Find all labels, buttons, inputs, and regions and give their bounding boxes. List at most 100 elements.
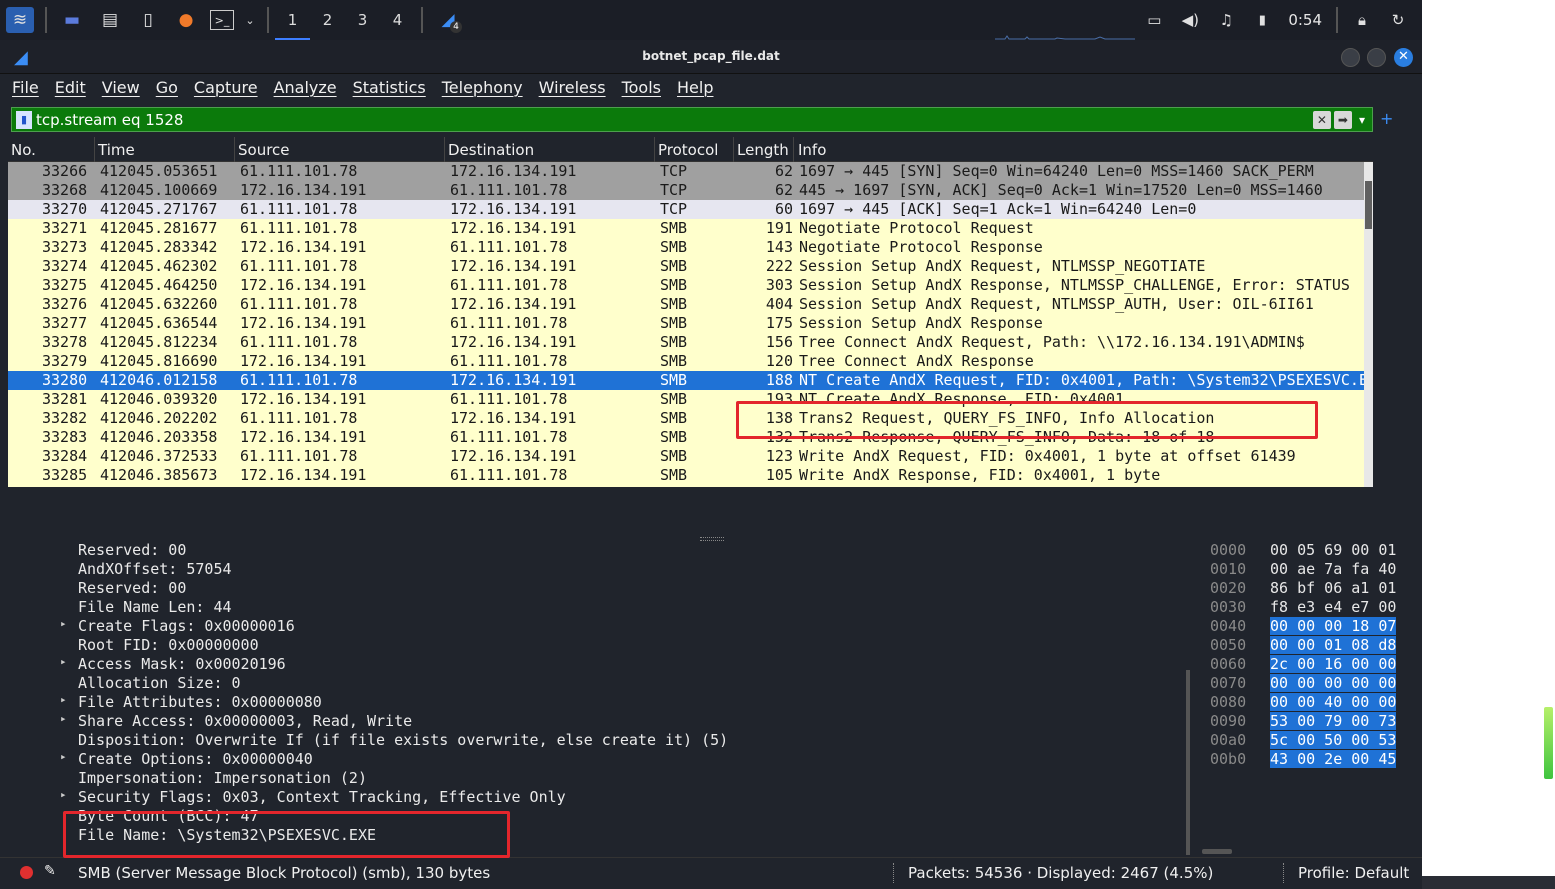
detail-row[interactable]: Disposition: Overwrite If (if file exist… [8, 731, 1195, 750]
packet-row[interactable]: 33280 412046.012158 61.111.101.78 172.16.13… [8, 371, 1373, 390]
hex-row[interactable]: 0080 00 00 40 00 00 [1201, 693, 1422, 712]
chevron-down-icon[interactable]: ⌄ [244, 7, 256, 33]
detail-row[interactable]: ▸ File Attributes: 0x00000080 [8, 693, 1195, 712]
detail-row[interactable]: Reserved: 00 [8, 579, 1195, 598]
hex-row[interactable]: 0020 86 bf 06 a1 01 [1201, 579, 1422, 598]
firefox-icon[interactable]: ● [172, 7, 200, 33]
wireshark-task-icon[interactable]: ◢ 4 [434, 7, 462, 33]
detail-row[interactable]: Allocation Size: 0 [8, 674, 1195, 693]
packet-list-scroll-thumb[interactable] [1365, 181, 1372, 229]
packet-row[interactable]: 33276 412045.632260 61.111.101.78 172.16.13… [8, 295, 1373, 314]
terminal-icon[interactable]: >_ [210, 10, 234, 30]
hex-row[interactable]: 0090 53 00 79 00 73 [1201, 712, 1422, 731]
hex-row[interactable]: 0030 f8 e3 e4 e7 00 [1201, 598, 1422, 617]
detail-row[interactable]: File Name: \System32\PSEXESVC.EXE [8, 826, 1195, 845]
col-length[interactable]: Length [737, 141, 789, 159]
menu-telephony[interactable]: Telephony [442, 78, 523, 97]
menu-edit[interactable]: Edit [55, 78, 86, 97]
notification-bell-icon[interactable]: ♫ [1212, 7, 1240, 33]
col-time[interactable]: Time [98, 141, 135, 159]
minimize-button[interactable] [1341, 48, 1360, 67]
display-icon[interactable]: ▭ [1140, 7, 1168, 33]
menu-statistics[interactable]: Statistics [353, 78, 426, 97]
detail-row[interactable]: Impersonation: Impersonation (2) [8, 769, 1195, 788]
power-icon[interactable]: ↻ [1384, 7, 1412, 33]
packet-row[interactable]: 33284 412046.372533 61.111.101.78 172.16.13… [8, 447, 1373, 466]
volume-icon[interactable]: ◀) [1176, 7, 1204, 33]
menu-analyze[interactable]: Analyze [274, 78, 337, 97]
packet-row[interactable]: 33281 412046.039320 172.16.134.191 61.111.1… [8, 390, 1373, 409]
status-profile[interactable]: Profile: Default [1298, 864, 1409, 882]
packet-row[interactable]: 33270 412045.271767 61.111.101.78 172.16.13… [8, 200, 1373, 219]
workspace-3[interactable]: 3 [345, 0, 380, 40]
detail-row[interactable]: Reserved: 00 [8, 541, 1195, 560]
hex-row[interactable]: 0000 00 05 69 00 01 [1201, 541, 1422, 560]
expand-arrow-icon[interactable]: ▸ [60, 712, 67, 725]
detail-row[interactable]: ▸ Create Options: 0x00000040 [8, 750, 1195, 769]
expand-arrow-icon[interactable]: ▸ [60, 788, 67, 801]
packet-bytes[interactable]: 0000 00 05 69 00 01 0010 00 ae 7a fa 40 0020… [1201, 541, 1422, 857]
packet-row[interactable]: 33279 412045.816690 172.16.134.191 61.111.1… [8, 352, 1373, 371]
packet-row[interactable]: 33283 412046.203358 172.16.134.191 61.111.1… [8, 428, 1373, 447]
menu-go[interactable]: Go [156, 78, 178, 97]
col-destination[interactable]: Destination [448, 141, 534, 159]
menu-view[interactable]: View [102, 78, 140, 97]
packet-row[interactable]: 33278 412045.812234 61.111.101.78 172.16.13… [8, 333, 1373, 352]
hex-row[interactable]: 0010 00 ae 7a fa 40 [1201, 560, 1422, 579]
file-manager-icon[interactable]: ▤ [96, 7, 124, 33]
packet-row[interactable]: 33271 412045.281677 61.111.101.78 172.16.13… [8, 219, 1373, 238]
workspace-2[interactable]: 2 [310, 0, 345, 40]
detail-row[interactable]: AndXOffset: 57054 [8, 560, 1195, 579]
apply-filter-icon[interactable]: ➡ [1333, 110, 1352, 129]
packet-row[interactable]: 33285 412046.385673 172.16.134.191 61.111.1… [8, 466, 1373, 485]
battery-icon[interactable]: ▮ [1248, 7, 1276, 33]
detail-row[interactable]: ▸ Access Mask: 0x00020196 [8, 655, 1195, 674]
packet-row[interactable]: 33273 412045.283342 172.16.134.191 61.111.1… [8, 238, 1373, 257]
menu-file[interactable]: File [12, 78, 39, 97]
packet-row[interactable]: 33277 412045.636544 172.16.134.191 61.111.1… [8, 314, 1373, 333]
packet-row[interactable]: 33275 412045.464250 172.16.134.191 61.111.1… [8, 276, 1373, 295]
packet-list[interactable]: No. Time Source Destination Protocol Len… [8, 137, 1373, 487]
maximize-button[interactable] [1367, 48, 1386, 67]
detail-row[interactable]: Root FID: 0x00000000 [8, 636, 1195, 655]
close-button[interactable]: ✕ [1394, 48, 1413, 67]
workspace-4[interactable]: 4 [380, 0, 415, 40]
hex-row[interactable]: 0040 00 00 00 18 07 [1201, 617, 1422, 636]
menu-tools[interactable]: Tools [622, 78, 661, 97]
bytes-scrollbar[interactable] [1202, 849, 1232, 854]
hex-row[interactable]: 0060 2c 00 16 00 00 [1201, 655, 1422, 674]
hex-row[interactable]: 00b0 43 00 2e 00 45 [1201, 750, 1422, 769]
bookmark-icon[interactable]: ▮ [16, 110, 32, 129]
terminal-desktop-icon[interactable]: ▬ [58, 7, 86, 33]
col-no[interactable]: No. [11, 141, 36, 159]
packet-row[interactable]: 33266 412045.053651 61.111.101.78 172.16.13… [8, 162, 1373, 181]
hex-row[interactable]: 0070 00 00 00 00 00 [1201, 674, 1422, 693]
menu-wireless[interactable]: Wireless [539, 78, 606, 97]
menu-help[interactable]: Help [677, 78, 713, 97]
expand-arrow-icon[interactable]: ▸ [60, 655, 67, 668]
packet-row[interactable]: 33268 412045.100669 172.16.134.191 61.111.1… [8, 181, 1373, 200]
col-source[interactable]: Source [238, 141, 290, 159]
add-filter-button[interactable]: + [1380, 109, 1393, 128]
workspace-1[interactable]: 1 [275, 0, 310, 40]
detail-row[interactable]: ▸ Share Access: 0x00000003, Read, Write [8, 712, 1195, 731]
kali-menu-icon[interactable]: ≋ [6, 7, 34, 33]
expert-info-icon[interactable] [20, 866, 33, 879]
detail-row[interactable]: ▸ Security Flags: 0x03, Context Tracking,… [8, 788, 1195, 807]
menu-capture[interactable]: Capture [194, 78, 258, 97]
expand-arrow-icon[interactable]: ▸ [60, 750, 67, 763]
packet-details[interactable]: Reserved: 00 AndXOffset: 57054 Reserved: 0… [8, 541, 1195, 857]
hex-row[interactable]: 00a0 5c 00 50 00 53 [1201, 731, 1422, 750]
clear-filter-icon[interactable]: ✕ [1312, 110, 1331, 129]
detail-row[interactable]: File Name Len: 44 [8, 598, 1195, 617]
expand-arrow-icon[interactable]: ▸ [60, 693, 67, 706]
clock[interactable]: 0:54 [1288, 11, 1322, 29]
text-editor-icon[interactable]: ▯ [134, 7, 162, 33]
hex-row[interactable]: 0050 00 00 01 08 d8 [1201, 636, 1422, 655]
col-protocol[interactable]: Protocol [658, 141, 718, 159]
packet-row[interactable]: 33282 412046.202202 61.111.101.78 172.16.13… [8, 409, 1373, 428]
packet-row[interactable]: 33274 412045.462302 61.111.101.78 172.16.13… [8, 257, 1373, 276]
chevron-down-icon[interactable]: ▾ [1355, 111, 1369, 129]
details-scrollbar[interactable] [1186, 670, 1190, 855]
expand-arrow-icon[interactable]: ▸ [60, 617, 67, 630]
